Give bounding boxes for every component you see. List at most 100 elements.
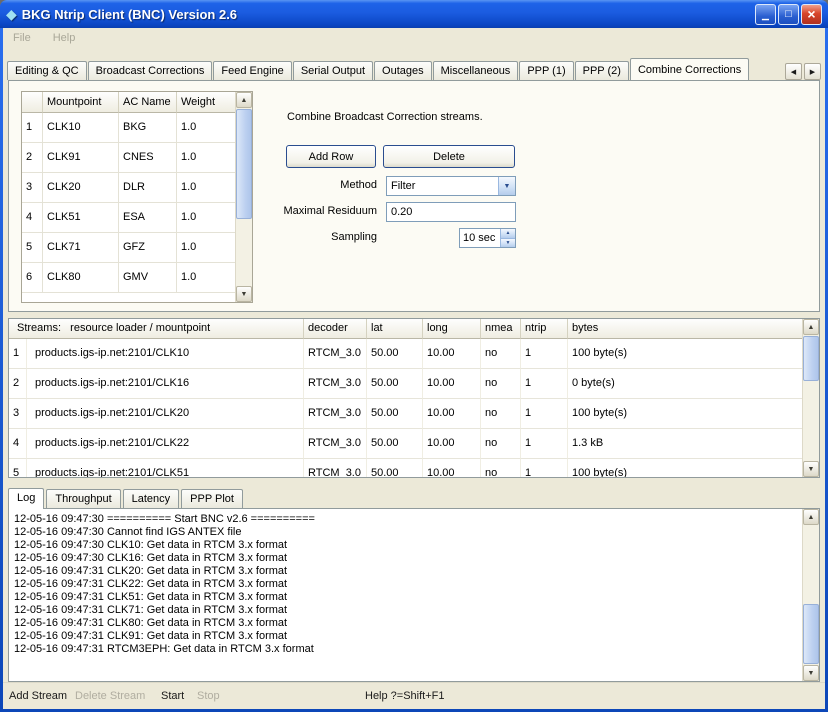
maximal-residuum-input[interactable] xyxy=(386,202,516,222)
stop-button[interactable]: Stop xyxy=(197,690,220,702)
cell-ntrip: 1 xyxy=(521,399,568,429)
title-bar[interactable]: ◆ BKG Ntrip Client (BNC) Version 2.6 ▁ □… xyxy=(0,0,828,28)
col-header-mountpoint[interactable]: Mountpoint xyxy=(43,92,119,113)
scroll-up-icon[interactable]: ▲ xyxy=(236,92,252,108)
tab-broadcast-corrections[interactable]: Broadcast Corrections xyxy=(88,61,213,80)
start-button[interactable]: Start xyxy=(161,690,184,702)
cell-mountpoint[interactable]: CLK91 xyxy=(43,143,119,173)
table-row[interactable]: 6 CLK80 GMV 1.0 xyxy=(22,263,235,293)
tab-feed-engine[interactable]: Feed Engine xyxy=(213,61,291,80)
log-line: 12-05-16 09:47:31 CLK80: Get data in RTC… xyxy=(14,617,797,630)
log-line: 12-05-16 09:47:31 CLK71: Get data in RTC… xyxy=(14,604,797,617)
tab-ppp-2[interactable]: PPP (2) xyxy=(575,61,629,80)
scroll-up-icon[interactable]: ▲ xyxy=(803,509,819,525)
combine-mountpoints-table[interactable]: Mountpoint AC Name Weight 1 CLK10 BKG 1.… xyxy=(21,91,253,303)
stream-row[interactable]: 1 products.igs-ip.net:2101/CLK10 RTCM_3.… xyxy=(9,339,803,369)
cell-long: 10.00 xyxy=(423,339,481,369)
cell-ac-name[interactable]: GFZ xyxy=(119,233,177,263)
tab-scroll-right-icon[interactable]: ▶ xyxy=(804,63,821,80)
scroll-thumb[interactable] xyxy=(803,336,819,381)
col-header-ntrip[interactable]: ntrip xyxy=(521,319,568,339)
cell-lat: 50.00 xyxy=(367,399,423,429)
table-row[interactable]: 2 CLK91 CNES 1.0 xyxy=(22,143,235,173)
menu-file[interactable]: File xyxy=(13,32,31,44)
tab-serial-output[interactable]: Serial Output xyxy=(293,61,373,80)
cell-ac-name[interactable]: DLR xyxy=(119,173,177,203)
menu-help[interactable]: Help xyxy=(53,32,76,44)
col-header-weight[interactable]: Weight xyxy=(177,92,235,113)
chevron-down-icon[interactable]: ▼ xyxy=(498,177,515,195)
cell-mountpoint[interactable]: CLK71 xyxy=(43,233,119,263)
method-label: Method xyxy=(189,179,377,191)
cell-weight[interactable]: 1.0 xyxy=(177,263,235,293)
col-header-streams[interactable]: Streams: resource loader / mountpoint xyxy=(9,319,304,339)
spin-up-icon[interactable]: ▲ xyxy=(501,229,515,239)
add-stream-button[interactable]: Add Stream xyxy=(9,690,67,702)
col-header-long[interactable]: long xyxy=(423,319,481,339)
stream-row[interactable]: 4 products.igs-ip.net:2101/CLK22 RTCM_3.… xyxy=(9,429,803,459)
tab-scroll-left-icon[interactable]: ◀ xyxy=(785,63,802,80)
cell-ntrip: 1 xyxy=(521,459,568,478)
scroll-thumb[interactable] xyxy=(803,604,819,664)
tab-editing-qc[interactable]: Editing & QC xyxy=(7,61,87,80)
table-row[interactable]: 1 CLK10 BKG 1.0 xyxy=(22,113,235,143)
log-line: 12-05-16 09:47:30 CLK10: Get data in RTC… xyxy=(14,539,797,552)
cell-ac-name[interactable]: ESA xyxy=(119,203,177,233)
scroll-down-icon[interactable]: ▼ xyxy=(803,461,819,477)
table-scrollbar[interactable]: ▲ ▼ xyxy=(235,92,252,302)
close-icon[interactable]: × xyxy=(801,4,822,25)
row-number: 6 xyxy=(22,263,43,293)
cell-long: 10.00 xyxy=(423,369,481,399)
cell-mountpoint[interactable]: CLK20 xyxy=(43,173,119,203)
tab-throughput[interactable]: Throughput xyxy=(46,489,120,508)
tab-log[interactable]: Log xyxy=(8,488,44,509)
delete-stream-button[interactable]: Delete Stream xyxy=(75,690,145,702)
tab-combine-corrections[interactable]: Combine Corrections xyxy=(630,58,749,80)
stream-row[interactable]: 5 products.igs-ip.net:2101/CLK51 RTCM_3.… xyxy=(9,459,803,478)
status-bar: Add Stream Delete Stream Start Stop Help… xyxy=(3,682,825,709)
tab-ppp-plot[interactable]: PPP Plot xyxy=(181,489,243,508)
log-line: 12-05-16 09:47:30 ========== Start BNC v… xyxy=(14,513,797,526)
col-header-lat[interactable]: lat xyxy=(367,319,423,339)
cell-decoder: RTCM_3.0 xyxy=(304,429,367,459)
streams-table[interactable]: Streams: resource loader / mountpoint de… xyxy=(8,318,820,478)
cell-mountpoint[interactable]: CLK51 xyxy=(43,203,119,233)
stream-row[interactable]: 2 products.igs-ip.net:2101/CLK16 RTCM_3.… xyxy=(9,369,803,399)
col-header-ac-name[interactable]: AC Name xyxy=(119,92,177,113)
log-scrollbar[interactable]: ▲ ▼ xyxy=(802,509,819,681)
scroll-down-icon[interactable]: ▼ xyxy=(236,286,252,302)
col-header-decoder[interactable]: decoder xyxy=(304,319,367,339)
cell-ac-name[interactable]: GMV xyxy=(119,263,177,293)
cell-mountpoint[interactable]: CLK80 xyxy=(43,263,119,293)
delete-button[interactable]: Delete xyxy=(383,145,515,168)
tab-miscellaneous[interactable]: Miscellaneous xyxy=(433,61,519,80)
cell-mountpoint: products.igs-ip.net:2101/CLK20 xyxy=(27,399,304,429)
cell-nmea: no xyxy=(481,399,521,429)
cell-nmea: no xyxy=(481,369,521,399)
cell-weight[interactable]: 1.0 xyxy=(177,113,235,143)
tab-latency[interactable]: Latency xyxy=(123,489,180,508)
row-number: 4 xyxy=(9,429,27,459)
col-header-bytes[interactable]: bytes xyxy=(568,319,803,339)
maximize-icon[interactable]: □ xyxy=(778,4,799,25)
cell-long: 10.00 xyxy=(423,399,481,429)
cell-mountpoint[interactable]: CLK10 xyxy=(43,113,119,143)
scroll-up-icon[interactable]: ▲ xyxy=(803,319,819,335)
add-row-button[interactable]: Add Row xyxy=(286,145,376,168)
row-number: 1 xyxy=(22,113,43,143)
streams-scrollbar[interactable]: ▲ ▼ xyxy=(802,319,819,477)
cell-ac-name[interactable]: BKG xyxy=(119,113,177,143)
cell-ac-name[interactable]: CNES xyxy=(119,143,177,173)
tab-outages[interactable]: Outages xyxy=(374,61,432,80)
spin-down-icon[interactable]: ▼ xyxy=(501,239,515,248)
scroll-thumb[interactable] xyxy=(236,109,252,219)
tab-ppp-1[interactable]: PPP (1) xyxy=(519,61,573,80)
sampling-spinbox[interactable]: 10 sec ▲ ▼ xyxy=(459,228,516,248)
cell-nmea: no xyxy=(481,459,521,478)
stream-row[interactable]: 3 products.igs-ip.net:2101/CLK20 RTCM_3.… xyxy=(9,399,803,429)
col-header-nmea[interactable]: nmea xyxy=(481,319,521,339)
method-select[interactable]: Filter ▼ xyxy=(386,176,516,196)
cell-weight[interactable]: 1.0 xyxy=(177,143,235,173)
scroll-down-icon[interactable]: ▼ xyxy=(803,665,819,681)
minimize-icon[interactable]: ▁ xyxy=(755,4,776,25)
